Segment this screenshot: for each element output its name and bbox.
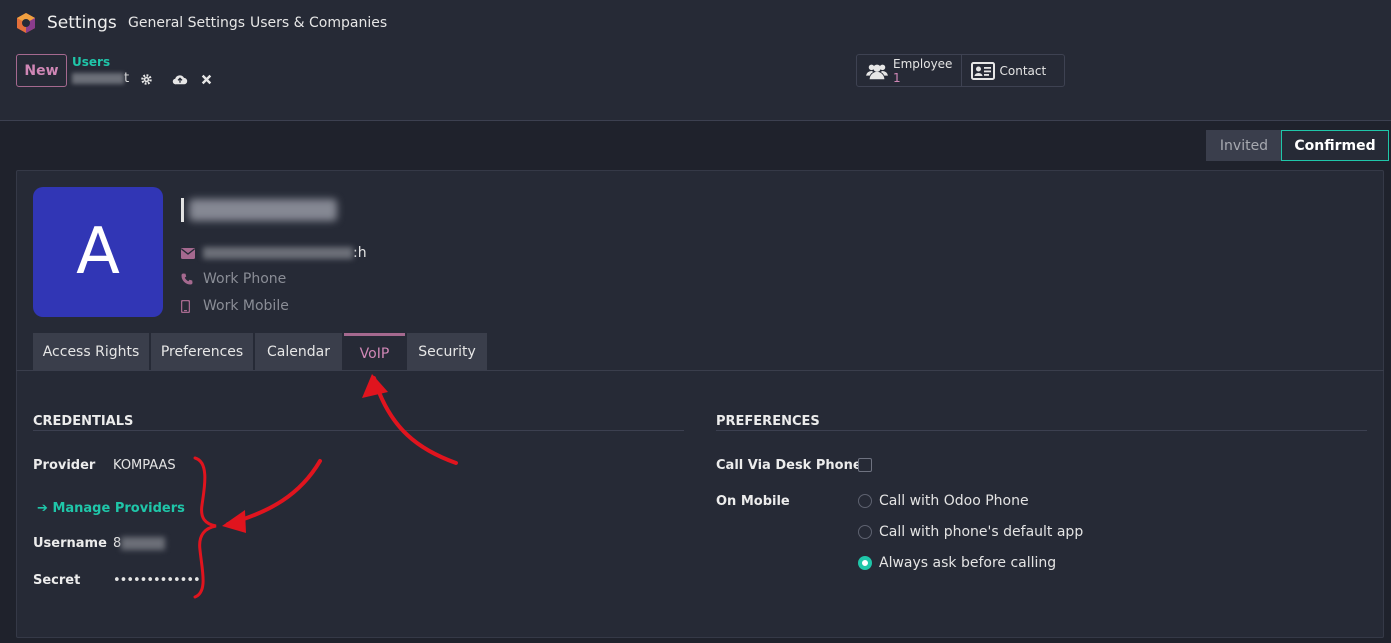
envelope-icon [181, 247, 195, 259]
menu-users-companies[interactable]: Users & Companies [250, 15, 387, 31]
manage-providers-label: Manage Providers [52, 501, 185, 516]
redacted-record-name [72, 73, 124, 84]
preferences-section-title: PREFERENCES [716, 414, 820, 429]
status-confirmed[interactable]: Confirmed [1281, 130, 1389, 161]
employee-smart-button[interactable]: Employee 1 [857, 55, 961, 86]
breadcrumb-users-link[interactable]: Users [72, 55, 110, 69]
work-phone-row[interactable]: Work Phone [181, 269, 286, 289]
breadcrumb-record-suffix: t [124, 71, 130, 86]
tab-calendar[interactable]: Calendar [255, 333, 342, 371]
mobile-phone-icon [181, 299, 190, 313]
breadcrumb-current-record: t [72, 71, 129, 86]
phone-icon [181, 273, 193, 285]
status-bar: Invited Confirmed [1206, 130, 1389, 161]
username-field[interactable]: 8 [113, 536, 166, 551]
call-via-desk-phone-checkbox[interactable] [858, 458, 872, 472]
radio-call-with-odoo-phone[interactable]: Call with Odoo Phone [858, 493, 1029, 509]
provider-field[interactable]: KOMPAAS [113, 458, 176, 473]
manage-providers-link[interactable]: ➔ Manage Providers [37, 501, 185, 516]
name-text-caret [181, 198, 184, 222]
credentials-section-title: CREDENTIALS [33, 414, 134, 429]
new-button[interactable]: New [16, 54, 67, 87]
radio-always-ask[interactable]: Always ask before calling [858, 555, 1056, 571]
work-mobile-row[interactable]: Work Mobile [181, 296, 289, 316]
tab-access-rights[interactable]: Access Rights [33, 333, 149, 371]
redacted-email [203, 247, 353, 259]
secret-label: Secret [33, 573, 81, 588]
credentials-divider [33, 430, 684, 431]
tab-security[interactable]: Security [407, 333, 487, 371]
top-navbar: Settings General Settings Users & Compan… [0, 0, 1391, 46]
employee-label: Employee [893, 56, 953, 71]
notebook-tabs: Access Rights Preferences Calendar VoIP … [33, 333, 489, 371]
employee-count: 1 [893, 70, 901, 85]
form-sheet [16, 170, 1384, 638]
contact-label: Contact [999, 63, 1047, 78]
radio-button[interactable] [858, 525, 872, 539]
email-suffix: :h [353, 245, 367, 261]
call-via-desk-phone-label: Call Via Desk Phone [716, 458, 862, 473]
discard-close-icon[interactable] [201, 74, 212, 85]
users-group-icon [866, 64, 888, 79]
email-row[interactable]: :h [181, 243, 367, 263]
smart-buttons: Employee 1 Contact [856, 54, 1065, 87]
app-title[interactable]: Settings [47, 13, 117, 33]
address-card-icon [970, 61, 995, 80]
odoo-logo-icon[interactable] [15, 12, 37, 34]
provider-label: Provider [33, 458, 96, 473]
redacted-username [121, 537, 166, 550]
work-phone-input[interactable]: Work Phone [203, 271, 286, 287]
work-mobile-input[interactable]: Work Mobile [203, 298, 289, 314]
tabs-divider [16, 370, 1384, 371]
control-panel: New Users t Employee 1 Contact [0, 46, 1391, 121]
contact-smart-button[interactable]: Contact [960, 55, 1065, 86]
radio-label: Call with phone's default app [879, 524, 1084, 540]
tab-preferences[interactable]: Preferences [151, 333, 253, 371]
secret-field[interactable]: ••••••••••••• [113, 573, 201, 588]
status-invited[interactable]: Invited [1206, 130, 1282, 161]
username-label: Username [33, 536, 107, 551]
preferences-divider [716, 430, 1367, 431]
gear-icon[interactable] [140, 73, 153, 86]
redacted-user-name [189, 199, 337, 221]
arrow-right-icon: ➔ [37, 501, 48, 516]
tab-voip[interactable]: VoIP [344, 333, 405, 371]
on-mobile-label: On Mobile [716, 494, 790, 509]
save-cloud-icon[interactable] [172, 73, 188, 86]
menu-general-settings[interactable]: General Settings [128, 15, 245, 31]
radio-button-selected[interactable] [858, 556, 872, 570]
radio-label: Call with Odoo Phone [879, 493, 1029, 509]
radio-call-with-default-app[interactable]: Call with phone's default app [858, 524, 1083, 540]
radio-button[interactable] [858, 494, 872, 508]
avatar[interactable]: A [33, 187, 163, 317]
username-prefix: 8 [113, 536, 122, 551]
radio-label: Always ask before calling [879, 555, 1057, 571]
